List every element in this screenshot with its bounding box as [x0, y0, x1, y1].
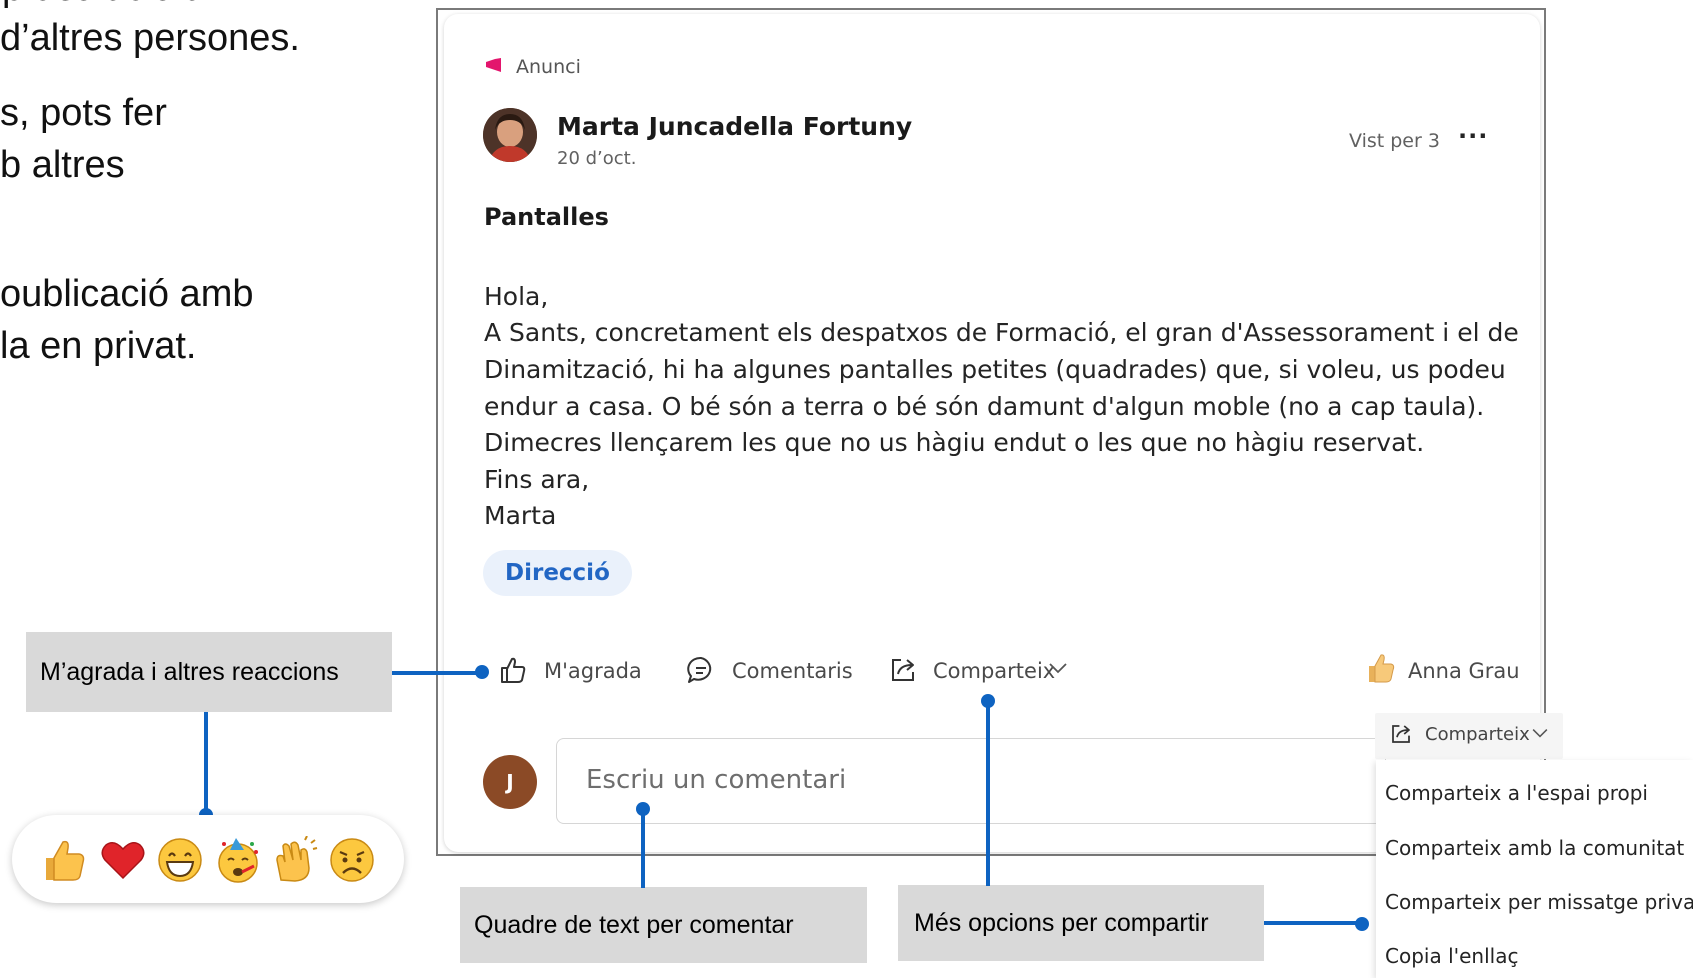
post-body-line: Dimecres llençarem les que no us hàgiu e…: [484, 428, 1425, 457]
callout-share-options: Més opcions per compartir: [898, 885, 1264, 961]
connector-dot: [1355, 917, 1369, 931]
seen-by-count[interactable]: Vist per 3: [1349, 130, 1440, 152]
connector-line: [1264, 921, 1364, 925]
current-user-avatar: J: [483, 755, 537, 809]
sad-emoji-icon[interactable]: [328, 836, 376, 884]
share-icon[interactable]: [1389, 722, 1413, 746]
thumbs-up-icon[interactable]: [498, 655, 528, 685]
author-name[interactable]: Marta Juncadella Fortuny: [557, 112, 912, 141]
connector-line: [641, 808, 645, 888]
share-button[interactable]: Comparteix: [933, 659, 1055, 683]
post-date: 20 d’oct.: [557, 148, 637, 169]
connector-dot: [475, 665, 489, 679]
share-icon[interactable]: [888, 655, 918, 685]
post-title: Pantalles: [484, 203, 609, 231]
megaphone-icon: [486, 58, 501, 72]
background-text-line: b altres: [0, 144, 125, 186]
comments-button[interactable]: Comentaris: [732, 659, 853, 683]
share-dropdown-label[interactable]: Comparteix: [1425, 724, 1530, 745]
like-button[interactable]: M'agrada: [544, 659, 642, 683]
menu-item-copy-link[interactable]: Copia l'enllaç: [1385, 944, 1518, 968]
thumbs-up-reaction-icon: [1369, 654, 1395, 683]
callout-comment-box: Quadre de text per comentar: [460, 887, 867, 963]
post-body-line: Fins ara,: [484, 465, 590, 494]
background-text-line: s, pots fer: [0, 92, 167, 134]
cut-text-top: p dealt d'altr: [0, 0, 208, 12]
connector-line: [392, 671, 482, 675]
reacted-by[interactable]: Anna Grau: [1408, 659, 1520, 683]
connector-dot: [981, 694, 995, 708]
comment-placeholder[interactable]: Escriu un comentari: [586, 765, 846, 795]
announcement-label: Anunci: [516, 56, 581, 78]
background-text-line: la en privat.: [0, 325, 197, 367]
thumbs-up-emoji-icon[interactable]: [40, 836, 88, 884]
chevron-down-icon[interactable]: [1531, 727, 1549, 739]
menu-item-share-own-space[interactable]: Comparteix a l'espai propi: [1385, 781, 1648, 805]
menu-item-share-private-message[interactable]: Comparteix per missatge privat: [1385, 890, 1693, 914]
chevron-down-icon[interactable]: [1048, 661, 1068, 675]
background-text-line: oublicació amb: [0, 273, 254, 315]
connector-dot: [636, 802, 650, 816]
topic-tag[interactable]: Direcció: [483, 550, 632, 596]
author-avatar[interactable]: [483, 108, 537, 162]
more-options-button[interactable]: ···: [1458, 122, 1488, 150]
post-body-line: Hola,: [484, 282, 549, 311]
callout-reactions: M’agrada i altres reaccions: [26, 632, 392, 712]
connector-line: [986, 700, 990, 886]
clap-emoji-icon[interactable]: [271, 836, 319, 884]
post-body-line: A Sants, concretament els despatxos de F…: [484, 318, 1519, 347]
comment-icon[interactable]: [686, 655, 716, 685]
menu-item-share-community[interactable]: Comparteix amb la comunitat: [1385, 836, 1684, 860]
background-text-line: d’altres persones.: [0, 17, 300, 59]
post-body-line: Dinamització, hi ha algunes pantalles pe…: [484, 355, 1506, 384]
connector-line: [204, 712, 208, 814]
laugh-emoji-icon[interactable]: [156, 836, 204, 884]
heart-emoji-icon[interactable]: [99, 836, 147, 884]
post-body-line: Marta: [484, 501, 557, 530]
celebrate-emoji-icon[interactable]: [214, 836, 262, 884]
post-body-line: endur a casa. O bé són a terra o bé són …: [484, 392, 1485, 421]
